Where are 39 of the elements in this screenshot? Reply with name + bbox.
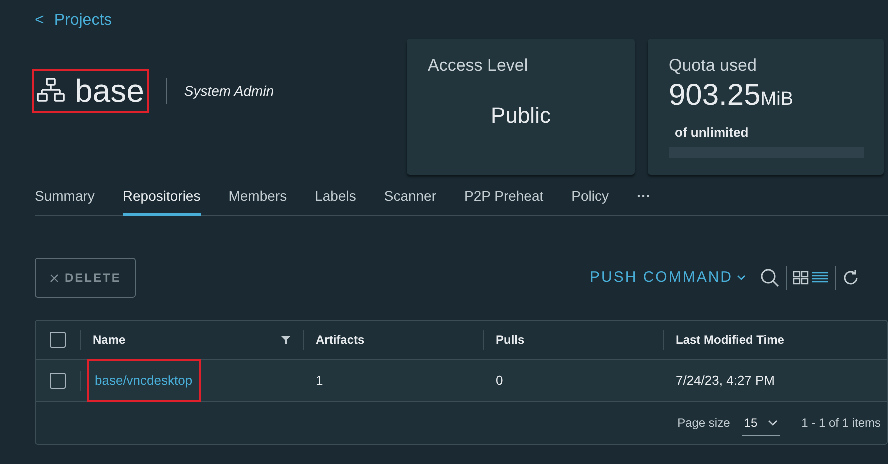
repository-link[interactable]: base/vncdesktop: [87, 358, 201, 402]
back-link[interactable]: < Projects: [35, 9, 888, 33]
pagination-range: 1 - 1 of 1 items: [802, 415, 881, 432]
access-level-value: Public: [490, 102, 552, 130]
caret-icon: [737, 275, 746, 281]
checkbox[interactable]: [50, 332, 66, 348]
refresh-icon[interactable]: [842, 269, 860, 287]
page-size-select[interactable]: 15: [742, 410, 780, 436]
card-title: Quota used: [669, 55, 758, 77]
search-icon[interactable]: [760, 268, 780, 288]
tab[interactable]: Policy: [572, 185, 610, 216]
tab[interactable]: P2P Preheat: [464, 185, 544, 216]
push-command-button[interactable]: PUSH COMMAND: [590, 266, 746, 290]
tab[interactable]: Scanner: [384, 185, 437, 216]
table-cell-text: 0: [496, 372, 504, 390]
caret-icon: [768, 420, 778, 426]
view-toggle-icon[interactable]: [793, 271, 829, 285]
tab[interactable]: Labels: [315, 185, 356, 216]
close-icon: [50, 274, 59, 282]
tab[interactable]: Members: [228, 185, 288, 216]
column-header: Last Modified Time: [676, 332, 784, 349]
table-row[interactable]: base/vncdesktop 1 0 7/24/23, 4:27 PM: [36, 360, 887, 402]
table-cell-text: 7/24/23, 4:27 PM: [676, 372, 776, 390]
filter-icon[interactable]: [281, 336, 291, 344]
card-title: Access Level: [428, 55, 530, 77]
project-title: base: [32, 69, 150, 113]
table-cell-text: 1: [316, 372, 324, 390]
quota-value: 903.25MiB: [669, 78, 794, 114]
column-header: Pulls: [496, 332, 525, 349]
role-label: System Admin: [184, 82, 274, 101]
tab[interactable]: ···: [637, 185, 652, 216]
tab[interactable]: Summary: [35, 185, 95, 216]
project-tree-icon: [37, 77, 65, 105]
quota-subtitle: of unlimited: [675, 124, 750, 142]
tab[interactable]: Repositories: [122, 185, 201, 216]
checkbox[interactable]: [50, 372, 66, 388]
page-size-label: Page size: [678, 415, 730, 432]
column-header: Name: [93, 332, 126, 349]
column-header: Artifacts: [316, 332, 365, 349]
